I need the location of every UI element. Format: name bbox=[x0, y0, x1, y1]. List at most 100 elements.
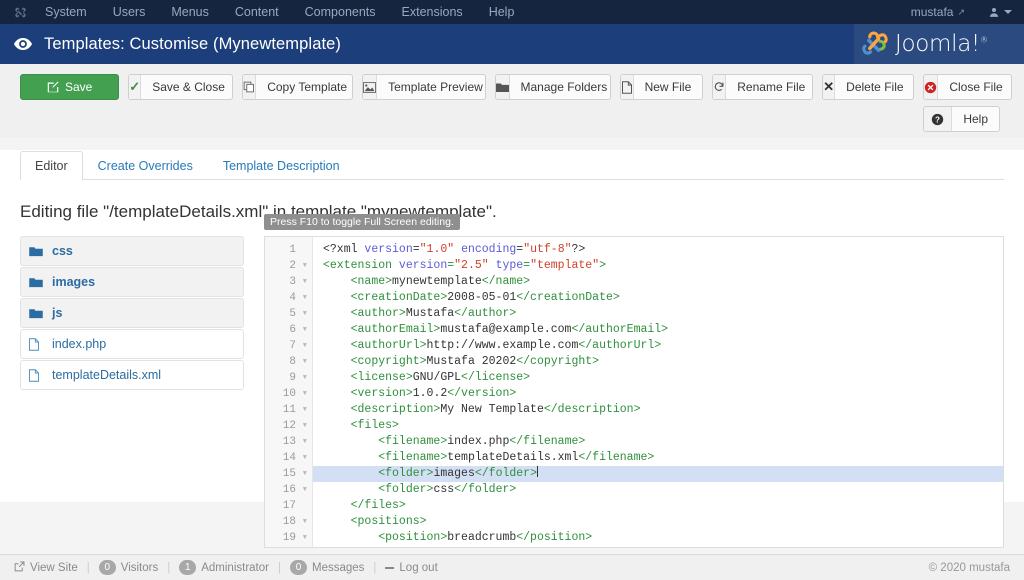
fold-arrow-icon[interactable]: ▼ bbox=[300, 418, 307, 434]
code-editor[interactable]: 1 2 ▼ 3 ▼ 4 ▼ 5 ▼ 6 ▼ 7 ▼ 8 ▼ 9 ▼ 10 ▼ 11 ▼ 12 ▼ 13 ▼ 14 ▼ 15 ▼ 16 ▼ 17… bbox=[264, 236, 1004, 548]
menu-item-users[interactable]: Users bbox=[100, 0, 159, 24]
administrator-label: Administrator bbox=[201, 561, 269, 574]
fold-arrow-icon[interactable]: ▼ bbox=[300, 402, 307, 418]
fold-arrow-icon[interactable]: ▼ bbox=[300, 370, 307, 386]
menu-item-menus[interactable]: Menus bbox=[158, 0, 222, 24]
folder-icon bbox=[29, 277, 46, 288]
joomla-mini-icon[interactable] bbox=[14, 6, 27, 19]
tab-editor[interactable]: Editor bbox=[20, 151, 83, 180]
code-line[interactable]: <filename>templateDetails.xml</filename> bbox=[313, 450, 1003, 466]
code-line[interactable]: <authorEmail>mustafa@example.com</author… bbox=[313, 322, 1003, 338]
logout-label: Log out bbox=[399, 561, 438, 574]
code-lines[interactable]: <?xml version="1.0" encoding="utf-8"?> <e… bbox=[313, 237, 1003, 547]
fold-arrow-icon[interactable]: ▼ bbox=[300, 450, 307, 466]
menu-item-system[interactable]: System bbox=[45, 0, 100, 24]
code-line[interactable]: <files> bbox=[313, 418, 1003, 434]
file-list-item-index-php[interactable]: index.php bbox=[20, 329, 244, 359]
fold-arrow-icon[interactable]: ▼ bbox=[300, 354, 307, 370]
code-editor-wrap: Press F10 to toggle Full Screen editing.… bbox=[264, 214, 1004, 548]
svg-text:?: ? bbox=[935, 115, 940, 124]
fold-arrow-icon[interactable]: ▼ bbox=[300, 434, 307, 450]
code-line[interactable]: <license>GNU/GPL</license> bbox=[313, 370, 1003, 386]
messages-label: Messages bbox=[311, 561, 365, 574]
fold-arrow-icon[interactable]: ▼ bbox=[300, 258, 307, 274]
menu-item-extensions[interactable]: Extensions bbox=[389, 0, 476, 24]
code-line[interactable]: <name>mynewtemplate</name> bbox=[313, 274, 1003, 290]
visitors-count-badge: 0 bbox=[98, 560, 116, 575]
rename-file-label: Rename File bbox=[737, 80, 806, 94]
code-line[interactable]: <author>Mustafa</author> bbox=[313, 306, 1003, 322]
delete-file-label: Delete File bbox=[846, 80, 904, 94]
line-number: 14 ▼ bbox=[282, 450, 307, 466]
fold-arrow-icon[interactable]: ▼ bbox=[300, 386, 307, 402]
line-number: 5 ▼ bbox=[289, 306, 307, 322]
template-preview-label: Template Preview bbox=[388, 80, 483, 94]
fold-arrow-icon[interactable]: ▼ bbox=[300, 338, 307, 354]
code-line[interactable]: <?xml version="1.0" encoding="utf-8"?> bbox=[313, 242, 1003, 258]
fold-arrow-icon[interactable]: ▼ bbox=[300, 274, 307, 290]
new-file-button[interactable]: New File bbox=[620, 74, 704, 100]
tab-create-overrides[interactable]: Create Overrides bbox=[83, 151, 208, 180]
menu-item-help[interactable]: Help bbox=[476, 0, 528, 24]
code-line[interactable]: </files> bbox=[313, 498, 1003, 514]
code-line[interactable]: <folder>images</folder> bbox=[313, 466, 1003, 482]
file-list-item-js[interactable]: js bbox=[20, 298, 244, 328]
help-button[interactable]: ? Help bbox=[923, 106, 1000, 132]
code-line[interactable]: <folder>css</folder> bbox=[313, 482, 1003, 498]
administrator-status[interactable]: 1 Administrator bbox=[179, 560, 269, 575]
delete-file-button[interactable]: ✕ Delete File bbox=[822, 74, 915, 100]
fold-arrow-icon[interactable]: ▼ bbox=[300, 514, 307, 530]
code-line[interactable]: <description>My New Template</descriptio… bbox=[313, 402, 1003, 418]
joomla-logo-icon bbox=[862, 31, 888, 55]
code-line[interactable]: <creationDate>2008-05-01</creationDate> bbox=[313, 290, 1003, 306]
close-file-button[interactable]: Close File bbox=[923, 74, 1012, 100]
file-list-item-templatedetails-xml[interactable]: templateDetails.xml bbox=[20, 360, 244, 390]
code-line[interactable]: <positions> bbox=[313, 514, 1003, 530]
template-preview-button[interactable]: Template Preview bbox=[362, 74, 486, 100]
code-line[interactable]: <authorUrl>http://www.example.com</autho… bbox=[313, 338, 1003, 354]
code-line[interactable]: <position>left</position> bbox=[313, 546, 1003, 547]
user-menu-button[interactable] bbox=[989, 7, 1012, 18]
code-line[interactable]: <position>breadcrumb</position> bbox=[313, 530, 1003, 546]
messages-status[interactable]: 0 Messages bbox=[289, 560, 365, 575]
manage-folders-button[interactable]: Manage Folders bbox=[494, 74, 612, 100]
tab-template-description[interactable]: Template Description bbox=[208, 151, 355, 180]
fold-arrow-icon[interactable]: ▼ bbox=[300, 546, 307, 547]
fold-arrow-icon[interactable]: ▼ bbox=[300, 322, 307, 338]
administrator-count-badge: 1 bbox=[179, 560, 197, 575]
code-line[interactable]: <extension version="2.5" type="template"… bbox=[313, 258, 1003, 274]
code-line[interactable]: <filename>index.php</filename> bbox=[313, 434, 1003, 450]
divider: | bbox=[277, 561, 281, 574]
line-number: 20▼ bbox=[265, 546, 312, 547]
file-list-item-images[interactable]: images bbox=[20, 267, 244, 297]
image-icon bbox=[363, 75, 378, 99]
fold-arrow-icon[interactable]: ▼ bbox=[300, 530, 307, 546]
visitors-status[interactable]: 0 Visitors bbox=[98, 560, 158, 575]
folder-icon bbox=[495, 75, 510, 99]
menu-item-content[interactable]: Content bbox=[222, 0, 292, 24]
file-list-item-label: css bbox=[52, 244, 73, 258]
logout-link[interactable]: Log out bbox=[385, 561, 438, 574]
code-line[interactable]: <version>1.0.2</version> bbox=[313, 386, 1003, 402]
file-list-item-label: templateDetails.xml bbox=[52, 368, 162, 382]
code-line[interactable]: <copyright>Mustafa 20202</copyright> bbox=[313, 354, 1003, 370]
line-number: 9 ▼ bbox=[289, 370, 307, 386]
fold-arrow-icon[interactable]: ▼ bbox=[300, 482, 307, 498]
save-and-close-label: Save & Close bbox=[152, 80, 225, 94]
view-site-link[interactable]: View Site bbox=[14, 561, 78, 575]
divider: | bbox=[167, 561, 171, 574]
copy-template-button[interactable]: Copy Template bbox=[242, 74, 354, 100]
top-menu-items: System Users Menus Content Components Ex… bbox=[45, 0, 527, 24]
site-link[interactable]: mustafa ↗ bbox=[911, 5, 965, 19]
menu-item-components[interactable]: Components bbox=[292, 0, 389, 24]
fold-arrow-icon[interactable]: ▼ bbox=[300, 290, 307, 306]
rename-file-button[interactable]: Rename File bbox=[712, 74, 814, 100]
editor-layout: css images js index.php templateDetails.… bbox=[20, 214, 1004, 548]
file-list-item-css[interactable]: css bbox=[20, 236, 244, 266]
save-button[interactable]: Save bbox=[20, 74, 120, 100]
fold-arrow-icon[interactable]: ▼ bbox=[300, 306, 307, 322]
save-and-close-button[interactable]: ✓ Save & Close bbox=[128, 74, 234, 100]
file-list-item-label: images bbox=[52, 275, 96, 289]
fold-arrow-icon[interactable]: ▼ bbox=[300, 466, 307, 482]
registered-mark: ® bbox=[979, 35, 988, 45]
